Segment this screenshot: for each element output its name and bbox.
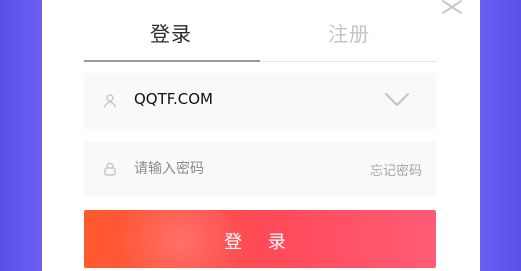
- lock-icon: [104, 162, 116, 176]
- close-icon[interactable]: [440, 0, 464, 14]
- background-left: [0, 0, 42, 271]
- forgot-password-link[interactable]: 忘记密码: [370, 160, 422, 179]
- tab-login[interactable]: 登录: [150, 18, 192, 47]
- active-tab-indicator: [84, 60, 260, 62]
- tab-register[interactable]: 注册: [328, 18, 370, 47]
- username-value[interactable]: QQTF.COM: [134, 90, 213, 108]
- password-field[interactable]: 请输入密码 忘记密码: [84, 141, 436, 197]
- auth-tabs: 登录 注册: [84, 0, 436, 64]
- login-button-label: 登 录: [224, 232, 296, 253]
- user-icon: [104, 94, 116, 108]
- login-button[interactable]: 登 录: [84, 210, 436, 268]
- password-placeholder[interactable]: 请输入密码: [134, 158, 204, 178]
- chevron-down-icon[interactable]: [384, 91, 410, 109]
- background-right: [479, 0, 521, 271]
- username-field[interactable]: QQTF.COM: [84, 73, 436, 129]
